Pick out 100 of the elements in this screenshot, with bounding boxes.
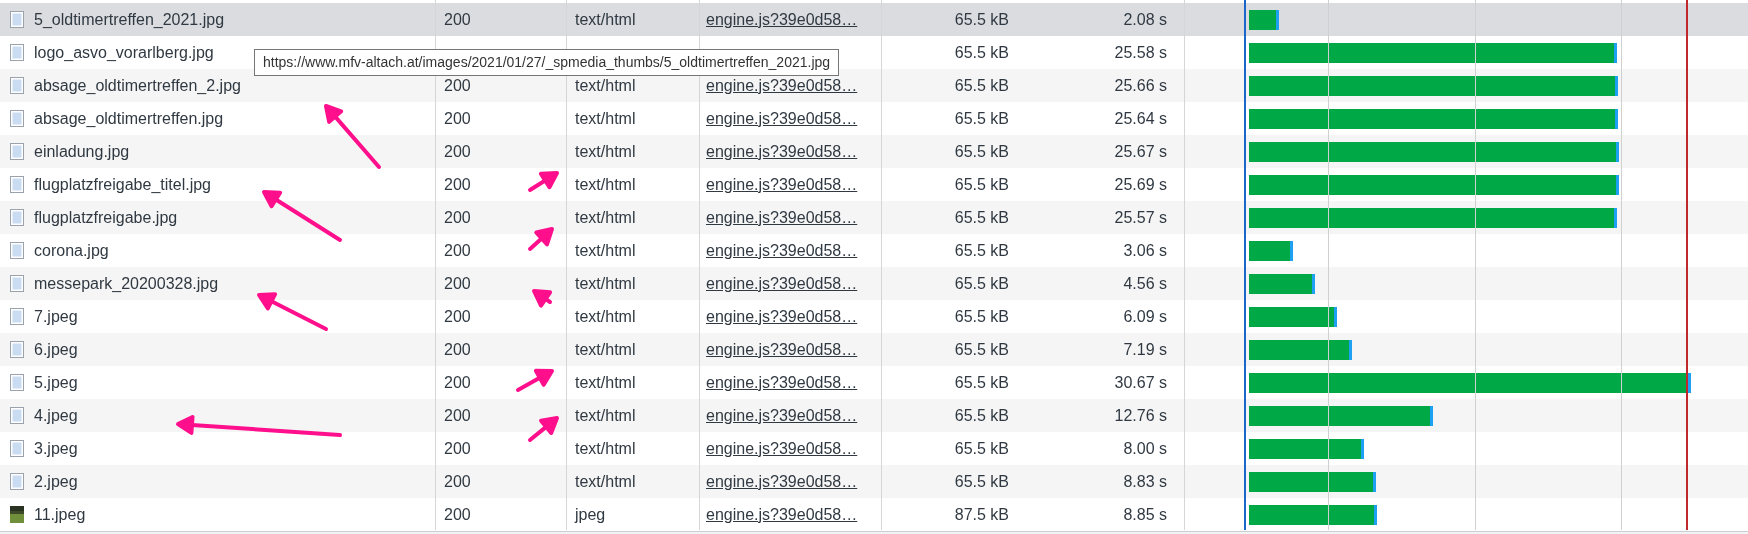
- file-icon: [10, 308, 24, 325]
- file-icon: [10, 440, 24, 457]
- table-cell: text/html: [575, 340, 636, 358]
- table-cell: 65.5 kB: [954, 406, 1009, 424]
- table-cell: text/html: [575, 10, 636, 28]
- file-name: messepark_20200328.jpg: [34, 273, 219, 294]
- file-name: 2.jpeg: [34, 471, 78, 492]
- table-cell: 65.5 kB: [954, 109, 1009, 127]
- file-name: flugplatzfreigabe.jpg: [34, 207, 178, 228]
- table-cell: text/html: [575, 142, 636, 160]
- table-cell: 65.5 kB: [954, 340, 1009, 358]
- file-name: corona.jpg: [34, 240, 109, 261]
- table-cell: 200: [444, 76, 471, 94]
- table-cell: 200: [444, 373, 471, 391]
- table-cell: text/html: [575, 175, 636, 193]
- table-cell: 25.66 s: [1114, 76, 1167, 94]
- table-cell: text/html: [575, 406, 636, 424]
- table-cell: 25.58 s: [1114, 43, 1167, 61]
- table-cell: 25.67 s: [1114, 142, 1167, 160]
- table-cell: 12.76 s: [1114, 406, 1167, 424]
- file-icon: [10, 209, 24, 226]
- table-cell: text/html: [575, 373, 636, 391]
- initiator-link[interactable]: engine.js?39e0d58…: [706, 505, 858, 523]
- table-cell: text/html: [575, 241, 636, 259]
- table-cell: 7.19 s: [1123, 340, 1167, 358]
- table-cell: text/html: [575, 307, 636, 325]
- table-cell: 65.5 kB: [954, 307, 1009, 325]
- initiator-link[interactable]: engine.js?39e0d58…: [706, 340, 858, 358]
- table-cell: 65.5 kB: [954, 241, 1009, 259]
- file-icon: [10, 77, 24, 94]
- table-cell: jpeg: [575, 505, 606, 523]
- tooltip: https://www.mfv-altach.at/images/2021/01/27/_spmedia_thumbs/5_oldtimertreffen_2021.jpg: [254, 49, 840, 76]
- initiator-link[interactable]: engine.js?39e0d58…: [706, 109, 858, 127]
- table-row[interactable]: 5_oldtimertreffen_2021.jpg 200 text/html engine.js?39e0d58… 65.5 kB 2.08 s: [0, 3, 1748, 36]
- table-cell: 3.06 s: [1123, 241, 1167, 259]
- initiator-link[interactable]: engine.js?39e0d58…: [706, 76, 858, 94]
- file-icon: [10, 275, 24, 292]
- table-cell: 65.5 kB: [954, 175, 1009, 193]
- table-cell: 30.67 s: [1114, 373, 1167, 391]
- initiator-link[interactable]: engine.js?39e0d58…: [706, 10, 858, 28]
- timing-bar: [1249, 240, 1293, 261]
- annotation-arrow: [516, 368, 554, 392]
- file-icon: [10, 11, 24, 28]
- file-name: 5.jpeg: [34, 372, 78, 393]
- table-cell: 200: [444, 175, 471, 193]
- initiator-link[interactable]: engine.js?39e0d58…: [706, 307, 858, 325]
- table-cell: 65.5 kB: [954, 373, 1009, 391]
- annotation-arrow: [528, 171, 559, 192]
- table-cell: 6.09 s: [1123, 307, 1167, 325]
- table-cell: 200: [444, 142, 471, 160]
- annotation-arrow: [528, 227, 554, 251]
- initiator-link[interactable]: engine.js?39e0d58…: [706, 142, 858, 160]
- table-cell: 65.5 kB: [954, 10, 1009, 28]
- table-cell: text/html: [575, 439, 636, 457]
- initiator-link[interactable]: engine.js?39e0d58…: [706, 274, 858, 292]
- table-cell: text/html: [575, 109, 636, 127]
- table-cell: 200: [444, 241, 471, 259]
- table-cell: 65.5 kB: [954, 274, 1009, 292]
- table-cell: 65.5 kB: [954, 142, 1009, 160]
- table-cell: 25.57 s: [1114, 208, 1167, 226]
- initiator-link[interactable]: engine.js?39e0d58…: [706, 241, 858, 259]
- table-cell: 8.83 s: [1123, 472, 1167, 490]
- initiator-link[interactable]: engine.js?39e0d58…: [706, 175, 858, 193]
- file-icon: [10, 143, 24, 160]
- file-name: absage_oldtimertreffen_2.jpg: [34, 75, 241, 96]
- table-cell: text/html: [575, 208, 636, 226]
- file-icon: [10, 110, 24, 127]
- table-cell: text/html: [575, 472, 636, 490]
- table-cell: 200: [444, 439, 471, 457]
- file-name: flugplatzfreigabe_titel.jpg: [34, 174, 211, 195]
- table-cell: 25.69 s: [1114, 175, 1167, 193]
- file-name: 6.jpeg: [34, 339, 78, 360]
- table-cell: 8.00 s: [1123, 439, 1167, 457]
- table-row[interactable]: absage_oldtimertreffen_2.jpg 200 text/html engine.js?39e0d58… 65.5 kB 25.66 s: [0, 69, 1748, 102]
- table-cell: 200: [444, 406, 471, 424]
- initiator-link[interactable]: engine.js?39e0d58…: [706, 439, 858, 457]
- initiator-link[interactable]: engine.js?39e0d58…: [706, 472, 858, 490]
- table-row[interactable]: 6.jpeg 200 text/html engine.js?39e0d58… 65.5 kB 7.19 s: [0, 333, 1748, 366]
- table-cell: 65.5 kB: [954, 208, 1009, 226]
- table-cell: 4.56 s: [1123, 274, 1167, 292]
- initiator-link[interactable]: engine.js?39e0d58…: [706, 373, 858, 391]
- initiator-link[interactable]: engine.js?39e0d58…: [706, 406, 858, 424]
- file-name: einladung.jpg: [34, 141, 130, 162]
- table-cell: 65.5 kB: [954, 439, 1009, 457]
- table-row[interactable]: messepark_20200328.jpg 200 text/html engine.js?39e0d58… 65.5 kB 4.56 s: [0, 267, 1748, 300]
- table-row[interactable]: flugplatzfreigabe.jpg 200 text/html engine.js?39e0d58… 65.5 kB 25.57 s: [0, 201, 1748, 234]
- file-name: logo_asvo_vorarlberg.jpg: [34, 42, 214, 63]
- initiator-link[interactable]: engine.js?39e0d58…: [706, 208, 858, 226]
- table-cell: 2.08 s: [1123, 10, 1167, 28]
- table-cell: 200: [444, 208, 471, 226]
- file-name: absage_oldtimertreffen.jpg: [34, 108, 224, 129]
- table-row[interactable]: 4.jpeg 200 text/html engine.js?39e0d58… 65.5 kB 12.76 s: [0, 399, 1748, 432]
- table-cell: 200: [444, 274, 471, 292]
- file-icon: [10, 176, 24, 193]
- table-cell: 25.64 s: [1114, 109, 1167, 127]
- table-cell: 200: [444, 340, 471, 358]
- table-row[interactable]: einladung.jpg 200 text/html engine.js?39e0d58… 65.5 kB 25.67 s: [0, 135, 1748, 168]
- table-row[interactable]: 2.jpeg 200 text/html engine.js?39e0d58… 65.5 kB 8.83 s: [0, 465, 1748, 498]
- table-cell: text/html: [575, 274, 636, 292]
- file-name: 11.jpeg: [34, 504, 86, 525]
